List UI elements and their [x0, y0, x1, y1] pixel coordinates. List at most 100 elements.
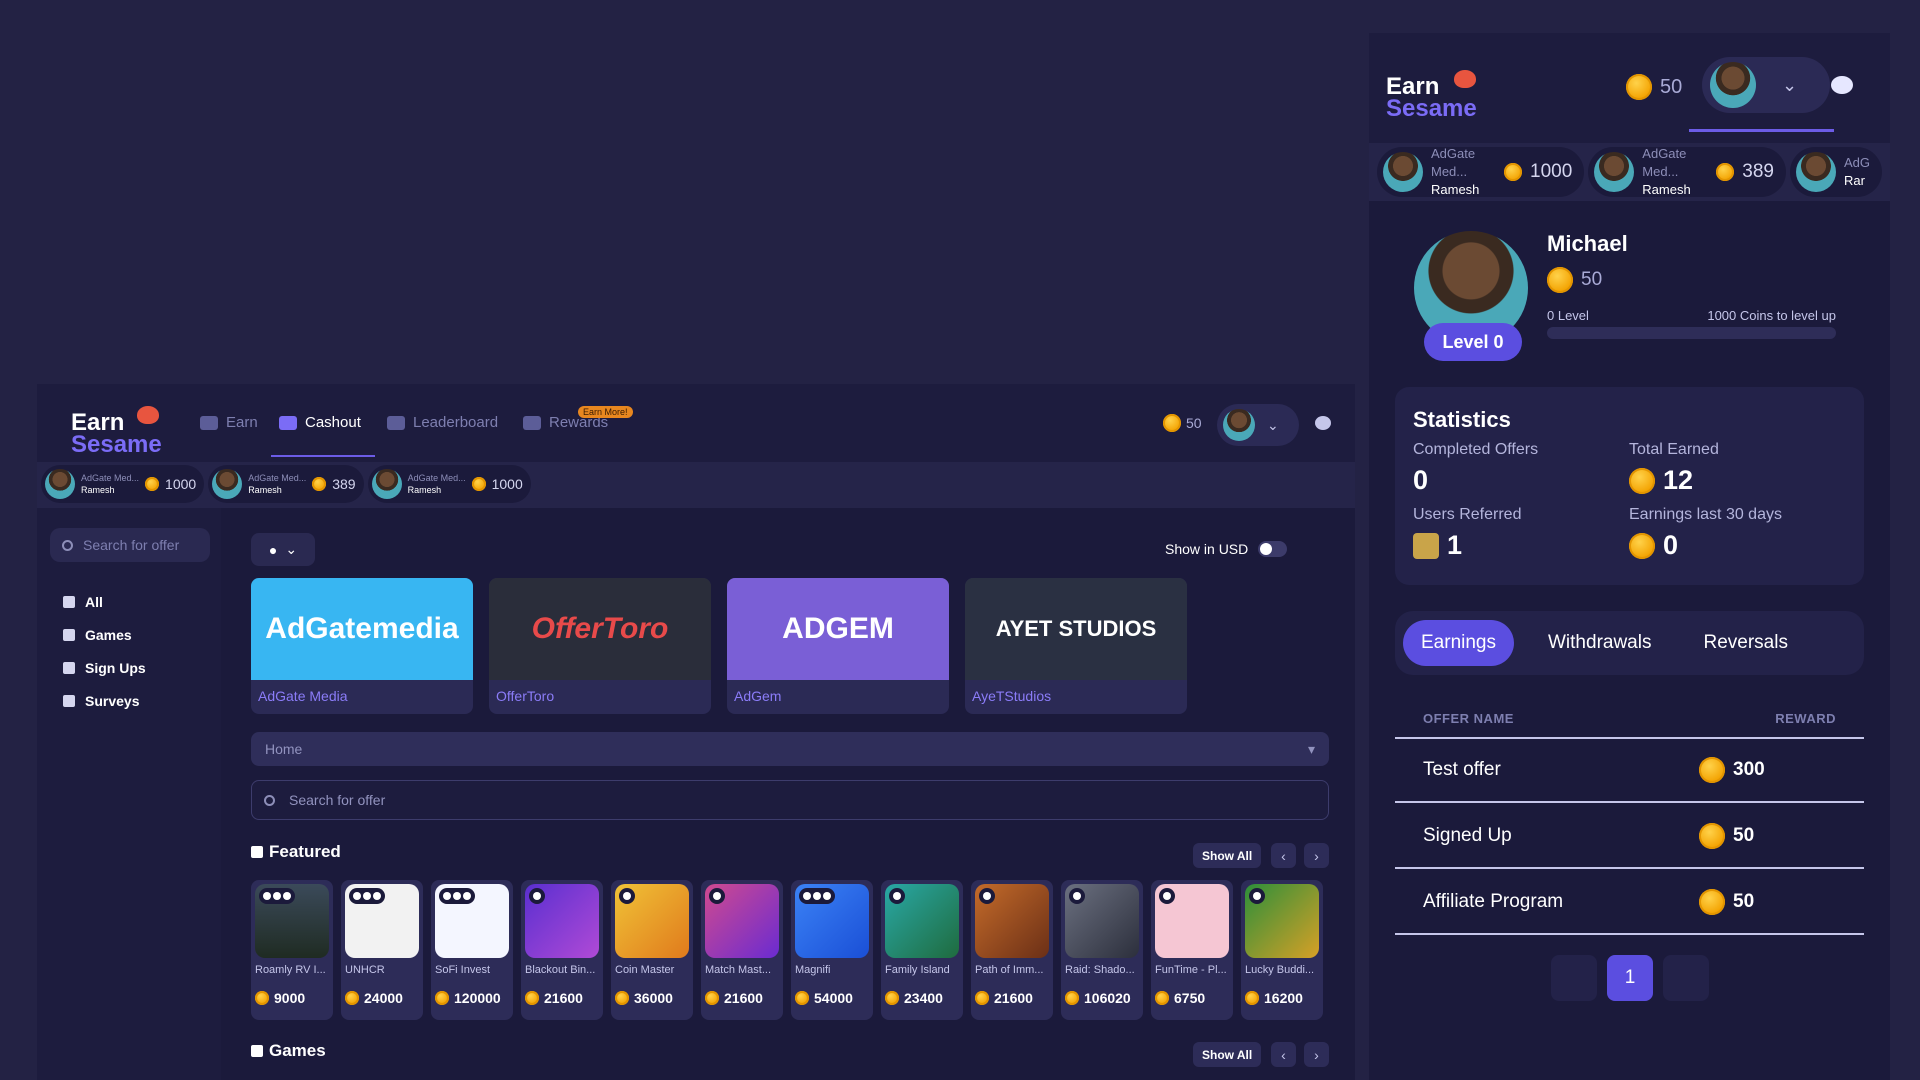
featured-show-all-button[interactable]: Show All: [1193, 843, 1262, 868]
featured-next-button[interactable]: ›: [1304, 843, 1329, 868]
games-next-button[interactable]: ›: [1304, 1042, 1329, 1067]
ticker-user: Ramesh: [1431, 182, 1480, 197]
sidebar-search-input[interactable]: Search for offer: [50, 528, 210, 562]
offer-thumbnail: [525, 884, 599, 958]
ticker-amount: 389: [332, 476, 356, 492]
nav-earn[interactable]: Earn: [200, 414, 258, 431]
offer-card[interactable]: Roamly RV I... 9000: [251, 880, 333, 1020]
offer-card[interactable]: Path of Imm... 21600: [971, 880, 1053, 1020]
coin-icon: [1699, 757, 1725, 783]
offer-card[interactable]: Coin Master 36000: [611, 880, 693, 1020]
games-prev-button[interactable]: ‹: [1271, 1042, 1296, 1067]
offer-name: Blackout Bin...: [525, 964, 596, 976]
offerwall-adgem[interactable]: ADGEM AdGem: [727, 578, 949, 714]
gamepad-icon: [63, 629, 75, 641]
offer-card[interactable]: SoFi Invest 120000: [431, 880, 513, 1020]
usd-toggle[interactable]: [1258, 541, 1288, 557]
nav-cashout[interactable]: Cashout: [279, 414, 361, 431]
offer-name: Coin Master: [615, 964, 675, 976]
ticker-item[interactable]: AdGate Med... Ramesh 389: [1588, 146, 1786, 197]
ticker-item[interactable]: AdGate Med... Ramesh 389: [208, 465, 364, 503]
offer-card[interactable]: Family Island 23400: [881, 880, 963, 1020]
coin-icon: [471, 477, 486, 491]
featured-title-text: Featured: [269, 842, 341, 861]
sidebar-item-label: Sign Ups: [85, 660, 146, 676]
chat-icon[interactable]: [1831, 76, 1853, 94]
offerwall-adgate-media[interactable]: AdGatemedia AdGate Media: [251, 578, 473, 714]
games-show-all-button[interactable]: Show All: [1193, 1042, 1262, 1067]
stat-value-text: 1: [1447, 530, 1463, 560]
offerwall-offertoro[interactable]: OfferToro OfferToro: [489, 578, 711, 714]
offer-card[interactable]: FunTime - Pl... 6750: [1151, 880, 1233, 1020]
pagination-page-1[interactable]: 1: [1607, 955, 1653, 1001]
coin-balance: 50: [1626, 74, 1682, 100]
offer-reward: 24000: [345, 990, 419, 1006]
stat-value-text: 0: [1413, 465, 1429, 495]
offer-thumbnail: [345, 884, 419, 958]
profile-menu-button[interactable]: ⌄: [1217, 404, 1299, 446]
offerwall-label: AdGem: [734, 688, 782, 704]
ticker-user: Ramesh: [407, 485, 442, 495]
sidebar-item-label: Games: [85, 627, 132, 643]
ticker-item[interactable]: AdGate Med... Ramesh 1000: [1377, 146, 1585, 197]
offer-reward: 106020: [1065, 990, 1139, 1006]
profile-balance-value: 50: [1581, 269, 1603, 290]
offer-card[interactable]: Raid: Shado... 106020: [1061, 880, 1143, 1020]
search-icon: [264, 794, 275, 806]
sidebar-item-surveys[interactable]: Surveys: [63, 693, 139, 709]
platform-select[interactable]: ● ⌄: [251, 533, 315, 566]
ticker-item[interactable]: AdGate Med... Ramesh 1000: [41, 465, 205, 503]
coin-icon: [145, 477, 160, 491]
offerwall-logo: AdGatemedia: [251, 578, 473, 680]
avatar: [371, 469, 402, 499]
offer-reward: 9000: [255, 990, 329, 1006]
offer-reward: 120000: [435, 990, 509, 1006]
coin-icon: [435, 991, 449, 1005]
coin-balance-value: 50: [1186, 415, 1202, 431]
row-reward-value: 300: [1733, 759, 1765, 780]
profile-menu-button[interactable]: ⌄: [1702, 57, 1830, 113]
offer-name: Family Island: [885, 964, 950, 976]
nav-leaderboard[interactable]: Leaderboard: [387, 414, 498, 431]
ticker-item[interactable]: AdGate Med... Ramesh 1000: [367, 465, 531, 503]
pagination-next-button[interactable]: [1663, 955, 1709, 1001]
coin-icon: [345, 991, 359, 1005]
offer-card[interactable]: Match Mast... 21600: [701, 880, 783, 1020]
tab-withdrawals[interactable]: Withdrawals: [1530, 620, 1669, 666]
category-select[interactable]: Home ▾: [251, 732, 1329, 766]
search-icon: [62, 539, 73, 551]
sidebar-item-sign-ups[interactable]: Sign Ups: [63, 660, 146, 676]
offer-thumbnail: [615, 884, 689, 958]
offer-card[interactable]: UNHCR 24000: [341, 880, 423, 1020]
offer-card[interactable]: Magnifi 54000: [791, 880, 873, 1020]
crown-icon: [387, 415, 405, 430]
stat-label: Users Referred: [1413, 506, 1522, 523]
offer-reward-value: 9000: [274, 990, 306, 1006]
ticker-item[interactable]: AdG Rar: [1789, 147, 1882, 197]
sidebar-item-all[interactable]: All: [63, 594, 103, 610]
brand-logo[interactable]: Earn Sesame: [1386, 70, 1477, 120]
featured-prev-button[interactable]: ‹: [1271, 843, 1296, 868]
stat-label: Earnings last 30 days: [1629, 506, 1782, 523]
coin-icon: [1547, 267, 1573, 293]
pagination-prev-button[interactable]: [1551, 955, 1597, 1001]
brand-logo[interactable]: Earn Sesame: [71, 406, 162, 456]
offer-card[interactable]: Lucky Buddi... 16200: [1241, 880, 1323, 1020]
tab-reversals[interactable]: Reversals: [1685, 620, 1805, 666]
offer-reward: 23400: [885, 990, 959, 1006]
coin-icon: [885, 991, 899, 1005]
ticker-source: AdGate Med...: [248, 473, 307, 483]
offer-search-placeholder: Search for offer: [289, 792, 386, 808]
table-row: Test offer 300: [1395, 739, 1864, 803]
offer-card[interactable]: Blackout Bin... 21600: [521, 880, 603, 1020]
featured-offers-row: Roamly RV I... 9000 UNHCR 24000 SoFi Inves…: [251, 880, 1323, 1020]
offerwall-ayetstudios[interactable]: AYET STUDIOS AyeTStudios: [965, 578, 1187, 714]
tab-earnings[interactable]: Earnings: [1403, 620, 1514, 666]
offer-thumbnail: [255, 884, 329, 958]
profile-panel: Earn Sesame 50 ⌄ AdGate Med... Ramesh 100…: [1369, 33, 1890, 1080]
platform-icons: [799, 888, 835, 904]
offer-search-input[interactable]: Search for offer: [251, 780, 1329, 820]
chat-icon[interactable]: [1315, 416, 1331, 430]
sidebar-item-games[interactable]: Games: [63, 627, 132, 643]
offer-reward: 16200: [1245, 990, 1319, 1006]
